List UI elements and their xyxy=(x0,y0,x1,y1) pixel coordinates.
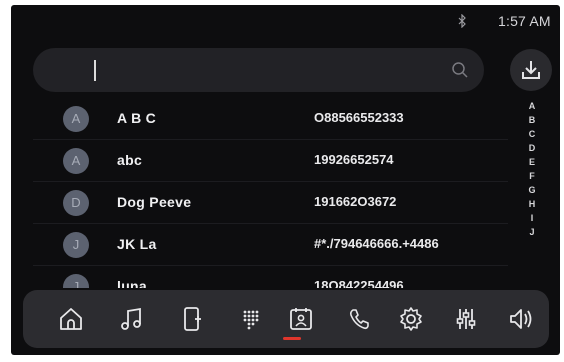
home-button[interactable] xyxy=(57,305,85,333)
avatar: J xyxy=(63,274,89,288)
volume-button[interactable] xyxy=(507,305,535,333)
contact-name: abc xyxy=(117,152,143,168)
contact-number: #*./794646666.+4486 xyxy=(314,236,439,251)
bottom-dock xyxy=(23,290,549,348)
download-icon xyxy=(522,61,540,79)
contacts-screen: 1:57 AM A A B C O88566552333 A abc 19926… xyxy=(11,5,560,355)
volume-icon xyxy=(510,309,532,329)
settings-button[interactable] xyxy=(397,305,425,333)
phone-link-icon xyxy=(184,307,201,331)
text-cursor xyxy=(94,60,96,81)
contact-number: 19926652574 xyxy=(314,152,394,167)
contact-name: Dog Peeve xyxy=(117,194,192,210)
index-letter[interactable]: G xyxy=(525,183,539,197)
contacts-icon xyxy=(290,308,312,330)
status-bar: 1:57 AM xyxy=(11,5,560,35)
contact-name: A B C xyxy=(117,110,157,126)
contact-row[interactable]: D Dog Peeve 191662O3672 xyxy=(33,182,508,224)
contact-row[interactable]: A A B C O88566552333 xyxy=(33,98,508,140)
index-letter[interactable]: F xyxy=(525,169,539,183)
equalizer-button[interactable] xyxy=(452,305,480,333)
app-grid-icon xyxy=(243,310,259,330)
equalizer-icon xyxy=(456,309,476,329)
clock: 1:57 AM xyxy=(498,13,551,29)
active-tab-indicator xyxy=(283,337,301,340)
home-icon xyxy=(60,308,82,330)
contact-row[interactable]: A abc 19926652574 xyxy=(33,140,508,182)
download-contacts-button[interactable] xyxy=(510,49,552,91)
index-letter[interactable]: A xyxy=(525,99,539,113)
apps-button[interactable] xyxy=(237,305,265,333)
search-icon[interactable] xyxy=(451,61,469,79)
search-input[interactable] xyxy=(101,54,445,88)
contact-row[interactable]: J luna 18O842254496 xyxy=(33,266,508,288)
contact-row[interactable]: J JK La #*./794646666.+4486 xyxy=(33,224,508,266)
phone-icon xyxy=(349,309,369,330)
contact-number: O88566552333 xyxy=(314,110,404,125)
contacts-button[interactable] xyxy=(287,305,315,333)
avatar: J xyxy=(63,232,89,258)
index-letter[interactable]: D xyxy=(525,141,539,155)
music-note-icon xyxy=(121,307,141,330)
contact-number: 18O842254496 xyxy=(314,278,404,288)
bluetooth-icon xyxy=(458,14,466,28)
contact-name: luna xyxy=(117,278,147,288)
avatar: A xyxy=(63,148,89,174)
avatar: D xyxy=(63,190,89,216)
index-letter[interactable]: C xyxy=(525,127,539,141)
phone-button[interactable] xyxy=(345,305,373,333)
index-letter[interactable]: E xyxy=(525,155,539,169)
contact-name: JK La xyxy=(117,236,157,252)
index-letter[interactable]: J xyxy=(525,225,539,239)
gear-icon xyxy=(400,307,422,331)
index-letter[interactable]: H xyxy=(525,197,539,211)
index-letter[interactable]: I xyxy=(525,211,539,225)
contact-list: A A B C O88566552333 A abc 19926652574 D… xyxy=(33,98,508,288)
avatar: A xyxy=(63,106,89,132)
music-button[interactable] xyxy=(118,305,146,333)
phone-projection-button[interactable] xyxy=(178,305,206,333)
alphabet-index[interactable]: A B C D E F G H I J xyxy=(525,99,539,239)
contact-number: 191662O3672 xyxy=(314,194,397,209)
index-letter[interactable]: B xyxy=(525,113,539,127)
